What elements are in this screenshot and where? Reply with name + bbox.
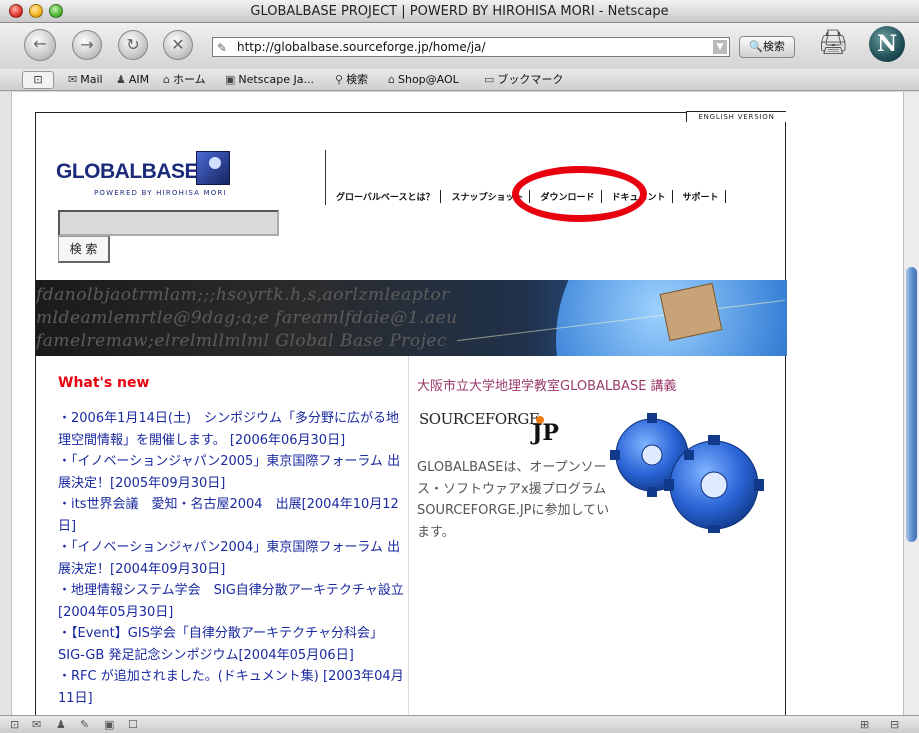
my-netscape-icon: ▣	[225, 73, 236, 86]
tab-sidebar-icon[interactable]: ⊡	[22, 71, 54, 89]
aim-label: AIM	[128, 73, 150, 86]
sourceforge-gears-icon[interactable]	[604, 403, 779, 533]
logo-subtitle: POWERED BY HIROHISA MORI	[94, 189, 227, 197]
netscape-logo-icon[interactable]: N	[869, 26, 905, 62]
toolbar-item-mail[interactable]: ✉ Mail	[68, 72, 103, 88]
lecture-link[interactable]: 大阪市立大学地理学教室GLOBALBASE 講義	[417, 375, 677, 394]
news-item[interactable]: ・2006年1月14日(土) シンポジウム「多分野に広がる地理空間情報」を開催し…	[58, 408, 408, 451]
print-icon[interactable]: 🖨	[818, 28, 848, 56]
status-composer-icon[interactable]: ✎	[80, 718, 89, 731]
stop-button[interactable]: ✕	[163, 30, 193, 60]
header-banner: fdanolbjaotrmlam;;;hsoyrtk.h,s,aorlzmlea…	[36, 280, 787, 356]
reload-icon: ↻	[126, 35, 140, 54]
sf-logo-jp: JP	[532, 420, 559, 446]
aim-icon: ♟	[116, 73, 126, 86]
news-item[interactable]: ・RFC が追加されました。(ドキュメント集) [2003年04月11日]	[58, 666, 408, 709]
news-item[interactable]: ・地理情報システム学会 SIG自律分散アーキテクチャ設立 [2004年05月30…	[58, 580, 408, 623]
reload-button[interactable]: ↻	[118, 30, 148, 60]
toolbar-item-netscape[interactable]: ▣ Netscape Ja...	[225, 72, 314, 88]
news-item[interactable]: ・its世界会議 愛知・名古屋2004 出展[2004年10月12日]	[58, 494, 408, 537]
nav-about[interactable]: グローバルベースとは？	[326, 190, 442, 203]
forward-arrow-icon: →	[80, 35, 94, 54]
news-item[interactable]: ・【Event】GIS学会「自律分散アーキテクチャ分科会」SIG-GB 発足記念…	[58, 623, 408, 666]
scrollbar-thumb[interactable]	[906, 267, 917, 542]
status-connection-icon: ⊞	[860, 718, 870, 731]
url-dropdown-icon[interactable]: ▼	[713, 40, 727, 54]
toolbar-item-shop[interactable]: ⌂ Shop@AOL	[388, 72, 459, 88]
window-titlebar: GLOBALBASE PROJECT | POWERD BY HIROHISA …	[0, 0, 919, 23]
toolbar-item-aim[interactable]: ♟ AIM	[116, 72, 149, 88]
status-security-lock-icon[interactable]: ⊟	[890, 718, 899, 731]
site-search-button[interactable]: 検 索	[58, 236, 110, 263]
magnifier-icon: 🔍	[749, 40, 763, 53]
sourceforge-jp-logo[interactable]: SOURCEFORGE JP	[419, 410, 559, 452]
folder-icon: ▭	[484, 73, 495, 86]
netscape-label: Netscape Ja...	[238, 73, 314, 86]
logo-globe-icon	[196, 151, 230, 185]
status-addressbook-icon[interactable]: ▣	[104, 718, 114, 731]
mail-icon: ✉	[68, 73, 78, 86]
url-text: http://globalbase.sourceforge.jp/home/ja…	[237, 40, 486, 54]
status-bar: ⊡ ✉ ♟ ✎ ▣ ☐ ⊞ ⊟	[0, 715, 919, 733]
logo-wordmark: GLOBALBASE	[56, 160, 199, 183]
news-item[interactable]: ・「イノベーションジャパン2004」東京国際フォーラム 出展決定！[2004年0…	[58, 537, 408, 580]
toolbar-search-label: 検索	[762, 40, 785, 53]
banner-line-1: fdanolbjaotrmlam;;;hsoyrtk.h,s,aorlzmlea…	[36, 285, 450, 305]
back-arrow-icon: ←	[33, 34, 47, 53]
globalbase-logo[interactable]: GLOBALBASE POWERED BY HIROHISA MORI	[56, 148, 246, 203]
vertical-scrollbar[interactable]	[903, 92, 919, 715]
news-list: ・2006年1月14日(土) シンポジウム「多分野に広がる地理空間情報」を開催し…	[58, 408, 408, 709]
news-column: What's new ・2006年1月14日(土) シンポジウム「多分野に広がる…	[36, 356, 409, 715]
sponsor-column: 大阪市立大学地理学教室GLOBALBASE 講義 SOURCEFORGE JP …	[409, 356, 787, 715]
nav-support[interactable]: サポート	[673, 190, 726, 203]
sponsor-text: GLOBALBASEは、オープンソース・ソフトウァアx援プログラムSOURCEF…	[417, 460, 610, 540]
page-viewport: ENGLISH VERSION GLOBALBASE POWERED BY HI…	[12, 92, 903, 715]
whats-new-heading: What's new	[58, 375, 150, 391]
toolbar-search-button[interactable]: 🔍検索	[739, 36, 795, 58]
status-chat-icon[interactable]: ☐	[128, 718, 138, 731]
banner-line-2: mldeamlemrtle@9dag;a;e fareamlfdaie@1.ae…	[36, 308, 458, 328]
toolbar-item-home[interactable]: ⌂ ホーム	[163, 72, 206, 88]
toolbar-item-bookmarks[interactable]: ▭ ブックマーク	[484, 72, 563, 88]
search-icon: ⚲	[335, 73, 344, 86]
shop-icon: ⌂	[388, 73, 395, 86]
stop-icon: ✕	[171, 35, 185, 54]
banner-line-3: famelremaw;elrelmllmlml Global Base Proj…	[36, 331, 447, 351]
red-highlight-circle	[512, 166, 647, 222]
forward-button[interactable]: →	[72, 30, 102, 60]
sidebar-rail[interactable]	[0, 92, 12, 715]
search-label: 検索	[346, 73, 369, 86]
home-icon: ⌂	[163, 73, 170, 86]
url-field[interactable]: ✎ http://globalbase.sourceforge.jp/home/…	[212, 37, 730, 57]
sf-logo-text: SOURCEFORGE	[419, 410, 540, 428]
page-proxy-icon[interactable]: ✎	[217, 39, 227, 57]
site-search-input[interactable]	[58, 210, 279, 236]
news-item[interactable]: ・「イノベーションジャパン2005」東京国際フォーラム 出展決定！[2005年0…	[58, 451, 408, 494]
home-label: ホーム	[172, 73, 206, 86]
personal-toolbar: ⊡ ✉ Mail ♟ AIM ⌂ ホーム ▣ Netscape Ja... ⚲ 検索 ⌂ S…	[0, 69, 919, 91]
back-button[interactable]: ←	[24, 29, 56, 61]
status-sidebar-icon[interactable]: ⊡	[10, 718, 19, 731]
page-frame: ENGLISH VERSION GLOBALBASE POWERED BY HI…	[35, 111, 787, 715]
shop-label: Shop@AOL	[397, 73, 459, 86]
english-version-link[interactable]: ENGLISH VERSION	[686, 111, 786, 122]
bookmarks-label: ブックマーク	[497, 73, 564, 86]
banner-script-text: fdanolbjaotrmlam;;;hsoyrtk.h,s,aorlzmlea…	[36, 284, 458, 353]
navigation-toolbar: ← → ↻ ✕ ✎ http://globalbase.sourceforge.…	[0, 23, 919, 69]
toolbar-item-search[interactable]: ⚲ 検索	[335, 72, 368, 88]
mail-label: Mail	[80, 73, 103, 86]
status-aim-icon[interactable]: ♟	[56, 718, 66, 731]
window-title: GLOBALBASE PROJECT | POWERD BY HIROHISA …	[250, 4, 669, 19]
status-mail-icon[interactable]: ✉	[32, 718, 41, 731]
